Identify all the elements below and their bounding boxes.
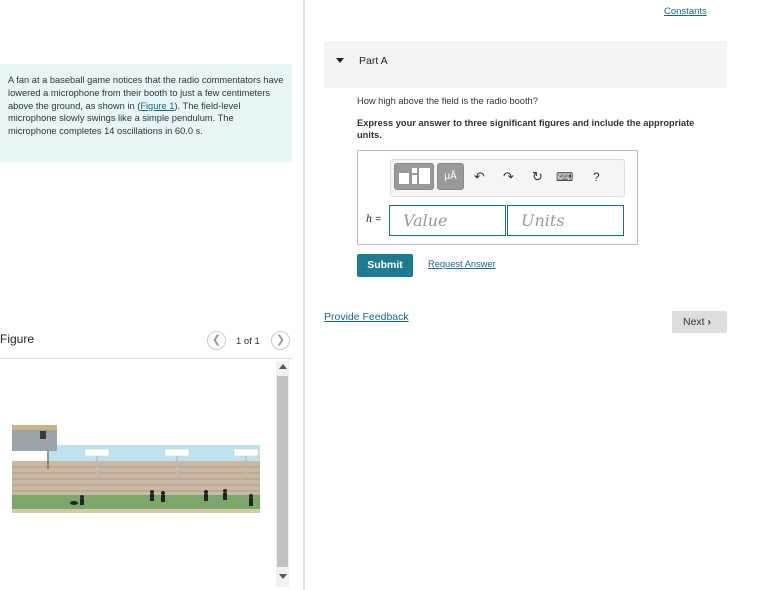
- figure-link[interactable]: Figure 1: [140, 101, 174, 111]
- figure-divider: [0, 358, 292, 359]
- chevron-right-icon: ❯: [275, 334, 286, 346]
- help-icon[interactable]: ?: [593, 170, 600, 184]
- collapse-caret-icon[interactable]: [336, 58, 344, 63]
- templates-icon: [399, 168, 430, 184]
- request-answer-link[interactable]: Request Answer: [428, 259, 496, 269]
- submit-button[interactable]: Submit: [357, 254, 413, 277]
- special-characters-button[interactable]: μÅ: [437, 163, 464, 190]
- next-button[interactable]: Next ›: [672, 311, 727, 333]
- problem-period: .: [200, 126, 203, 137]
- question-text: How high above the field is the radio bo…: [357, 96, 538, 106]
- stadium-figure-image: [12, 425, 260, 517]
- figure-pager-label: 1 of 1: [236, 336, 260, 347]
- figure-title: Figure: [0, 332, 35, 346]
- previous-figure-button[interactable]: ❮: [207, 331, 226, 350]
- chevron-right-icon: ›: [707, 316, 712, 328]
- next-label: Next: [683, 316, 705, 328]
- value-input[interactable]: Value: [389, 205, 506, 236]
- variable-label: h =: [366, 214, 381, 225]
- next-figure-button[interactable]: ❯: [271, 331, 290, 350]
- units-input[interactable]: Units: [507, 205, 624, 236]
- undo-icon[interactable]: ↶: [474, 170, 485, 184]
- part-title: Part A: [359, 55, 388, 67]
- equals-sign: =: [372, 214, 382, 225]
- figure-scrollbar-thumb[interactable]: [277, 376, 288, 567]
- scroll-up-arrow-icon[interactable]: [279, 364, 287, 369]
- reset-icon[interactable]: ↻: [532, 170, 543, 184]
- provide-feedback-link[interactable]: Provide Feedback: [324, 311, 409, 323]
- panel-divider: [303, 0, 305, 590]
- constants-link[interactable]: Constants: [664, 6, 707, 17]
- chevron-left-icon: ❮: [211, 334, 222, 346]
- answer-instructions: Express your answer to three significant…: [357, 118, 695, 140]
- problem-statement: A fan at a baseball game notices that th…: [0, 64, 292, 162]
- keyboard-icon[interactable]: ⌨: [556, 170, 573, 184]
- scroll-down-arrow-icon[interactable]: [279, 574, 287, 579]
- redo-icon[interactable]: ↷: [503, 170, 514, 184]
- templates-button[interactable]: [394, 163, 434, 190]
